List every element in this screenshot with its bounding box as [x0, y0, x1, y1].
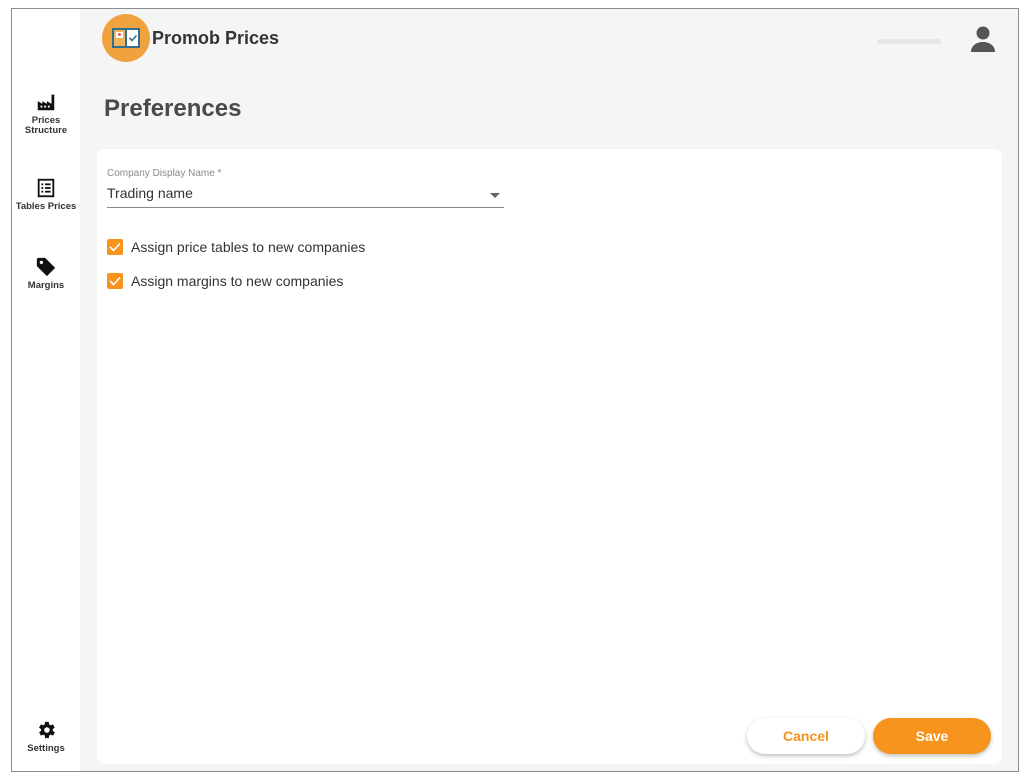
- board-logo-icon: [112, 28, 140, 48]
- checkmark-icon: [109, 276, 121, 286]
- sidebar-item-prices-structure[interactable]: Prices Structure: [12, 91, 80, 136]
- app-logo[interactable]: [102, 14, 150, 62]
- app-window: Prices Structure Tables Prices Margins S…: [11, 8, 1019, 772]
- sidebar-item-tables-prices[interactable]: Tables Prices: [12, 177, 80, 212]
- assign-margins-checkbox-row[interactable]: Assign margins to new companies: [107, 273, 343, 289]
- company-display-name-label: Company Display Name *: [107, 168, 222, 179]
- tag-icon: [36, 257, 56, 277]
- save-button[interactable]: Save: [873, 718, 991, 754]
- assign-price-tables-checkbox-row[interactable]: Assign price tables to new companies: [107, 239, 365, 255]
- app-title: Promob Prices: [152, 28, 280, 48]
- preferences-card: Company Display Name * Trading name Assi…: [97, 149, 1002, 764]
- caret-down-icon: [490, 193, 500, 198]
- cancel-button[interactable]: Cancel: [747, 718, 865, 754]
- gear-icon: [39, 721, 55, 739]
- list-icon: [37, 178, 55, 198]
- factory-icon: [37, 94, 55, 111]
- sidebar-item-label: Settings: [27, 743, 65, 754]
- sidebar-item-margins[interactable]: Margins: [12, 256, 80, 291]
- top-bar: Promob Prices: [80, 9, 1018, 71]
- assign-margins-checkbox[interactable]: [107, 273, 123, 289]
- sidebar-item-label: Tables Prices: [15, 201, 77, 212]
- sidebar: Prices Structure Tables Prices Margins S…: [12, 9, 80, 771]
- checkmark-icon: [109, 242, 121, 252]
- assign-price-tables-checkbox[interactable]: [107, 239, 123, 255]
- main-area: Promob Prices Preferences Company Displa…: [80, 9, 1018, 771]
- user-icon[interactable]: [970, 25, 996, 53]
- sidebar-item-label: Prices Structure: [24, 115, 68, 136]
- select-value: Trading name: [107, 185, 193, 201]
- page-title: Preferences: [104, 95, 242, 122]
- top-bar-placeholder: [877, 39, 941, 44]
- checkbox-label: Assign margins to new companies: [131, 273, 344, 289]
- company-display-name-select[interactable]: Trading name: [107, 183, 504, 208]
- sidebar-item-settings[interactable]: Settings: [12, 719, 80, 754]
- sidebar-item-label: Margins: [27, 280, 65, 291]
- checkbox-label: Assign price tables to new companies: [131, 239, 366, 255]
